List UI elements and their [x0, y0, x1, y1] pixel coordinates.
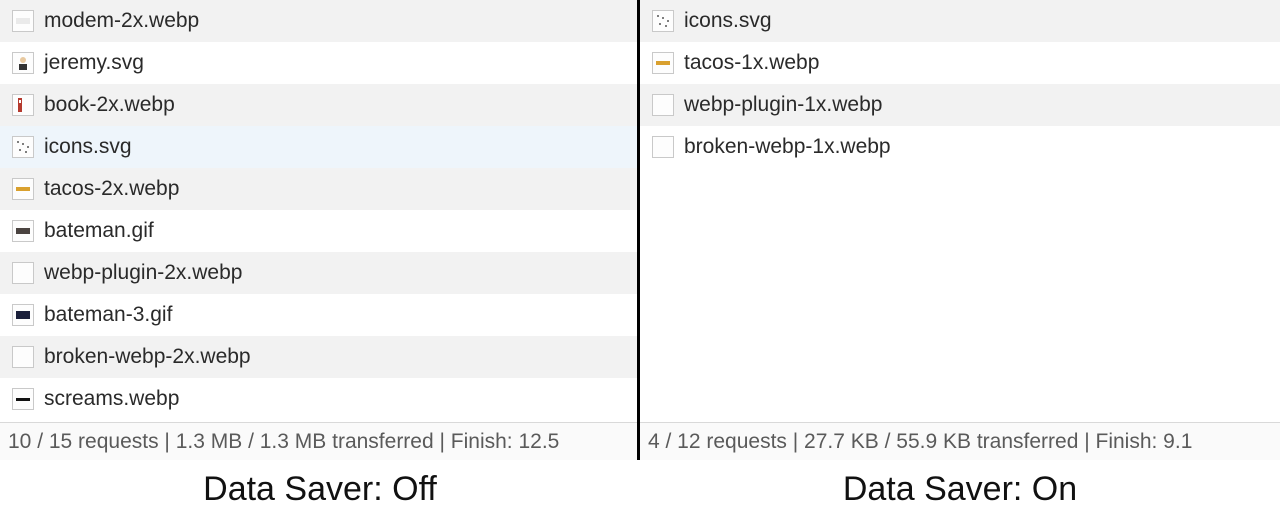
thumb-book-icon — [12, 94, 34, 116]
request-row[interactable]: tacos-2x.webp — [0, 168, 637, 210]
thumb-blank-icon — [12, 262, 34, 284]
request-name: modem-2x.webp — [44, 9, 199, 33]
request-row[interactable]: bateman.gif — [0, 210, 637, 252]
request-row[interactable]: icons.svg — [0, 126, 637, 168]
thumb-person-icon — [12, 52, 34, 74]
caption-right: Data Saver: On — [640, 460, 1280, 528]
request-name: jeremy.svg — [44, 51, 144, 75]
caption-left: Data Saver: Off — [0, 460, 640, 528]
status-bar-right: 4 / 12 requests | 27.7 KB / 55.9 KB tran… — [640, 422, 1280, 460]
request-name: icons.svg — [684, 9, 772, 33]
thumb-dark-icon — [12, 220, 34, 242]
thumb-taco-icon — [652, 52, 674, 74]
request-name: webp-plugin-2x.webp — [44, 261, 242, 285]
request-name: bateman-3.gif — [44, 303, 172, 327]
request-row[interactable]: broken-webp-2x.webp — [0, 336, 637, 378]
request-list-left: modem-2x.webp jeremy.svg book-2x.webp icons… — [0, 0, 637, 422]
request-name: screams.webp — [44, 387, 179, 411]
request-row[interactable]: screams.webp — [0, 378, 637, 420]
status-bar-left: 10 / 15 requests | 1.3 MB / 1.3 MB trans… — [0, 422, 637, 460]
request-name: broken-webp-1x.webp — [684, 135, 891, 159]
network-panel-right: icons.svg tacos-1x.webp webp-plugin-1x.web… — [640, 0, 1280, 460]
thumb-blank-icon — [652, 136, 674, 158]
thumb-taco-icon — [12, 178, 34, 200]
request-row[interactable]: tacos-1x.webp — [640, 42, 1280, 84]
request-row[interactable]: webp-plugin-2x.webp — [0, 252, 637, 294]
request-row[interactable]: jeremy.svg — [0, 42, 637, 84]
request-name: tacos-2x.webp — [44, 177, 179, 201]
request-row[interactable]: icons.svg — [640, 0, 1280, 42]
request-name: webp-plugin-1x.webp — [684, 93, 882, 117]
request-row[interactable]: webp-plugin-1x.webp — [640, 84, 1280, 126]
request-name: bateman.gif — [44, 219, 154, 243]
request-name: broken-webp-2x.webp — [44, 345, 251, 369]
request-name: tacos-1x.webp — [684, 51, 819, 75]
request-row[interactable]: modem-2x.webp — [0, 0, 637, 42]
thumb-dots-icon — [12, 136, 34, 158]
request-row[interactable]: bateman-3.gif — [0, 294, 637, 336]
request-list-right: icons.svg tacos-1x.webp webp-plugin-1x.web… — [640, 0, 1280, 422]
request-name: book-2x.webp — [44, 93, 175, 117]
thumb-blank-icon — [12, 346, 34, 368]
request-row[interactable]: book-2x.webp — [0, 84, 637, 126]
thumb-blank-icon — [652, 94, 674, 116]
thumb-darkblue-icon — [12, 304, 34, 326]
request-row[interactable]: broken-webp-1x.webp — [640, 126, 1280, 168]
thumb-light-icon — [12, 10, 34, 32]
request-name: icons.svg — [44, 135, 132, 159]
network-panel-left: modem-2x.webp jeremy.svg book-2x.webp icons… — [0, 0, 640, 460]
thumb-dots-icon — [652, 10, 674, 32]
thumb-bar-icon — [12, 388, 34, 410]
